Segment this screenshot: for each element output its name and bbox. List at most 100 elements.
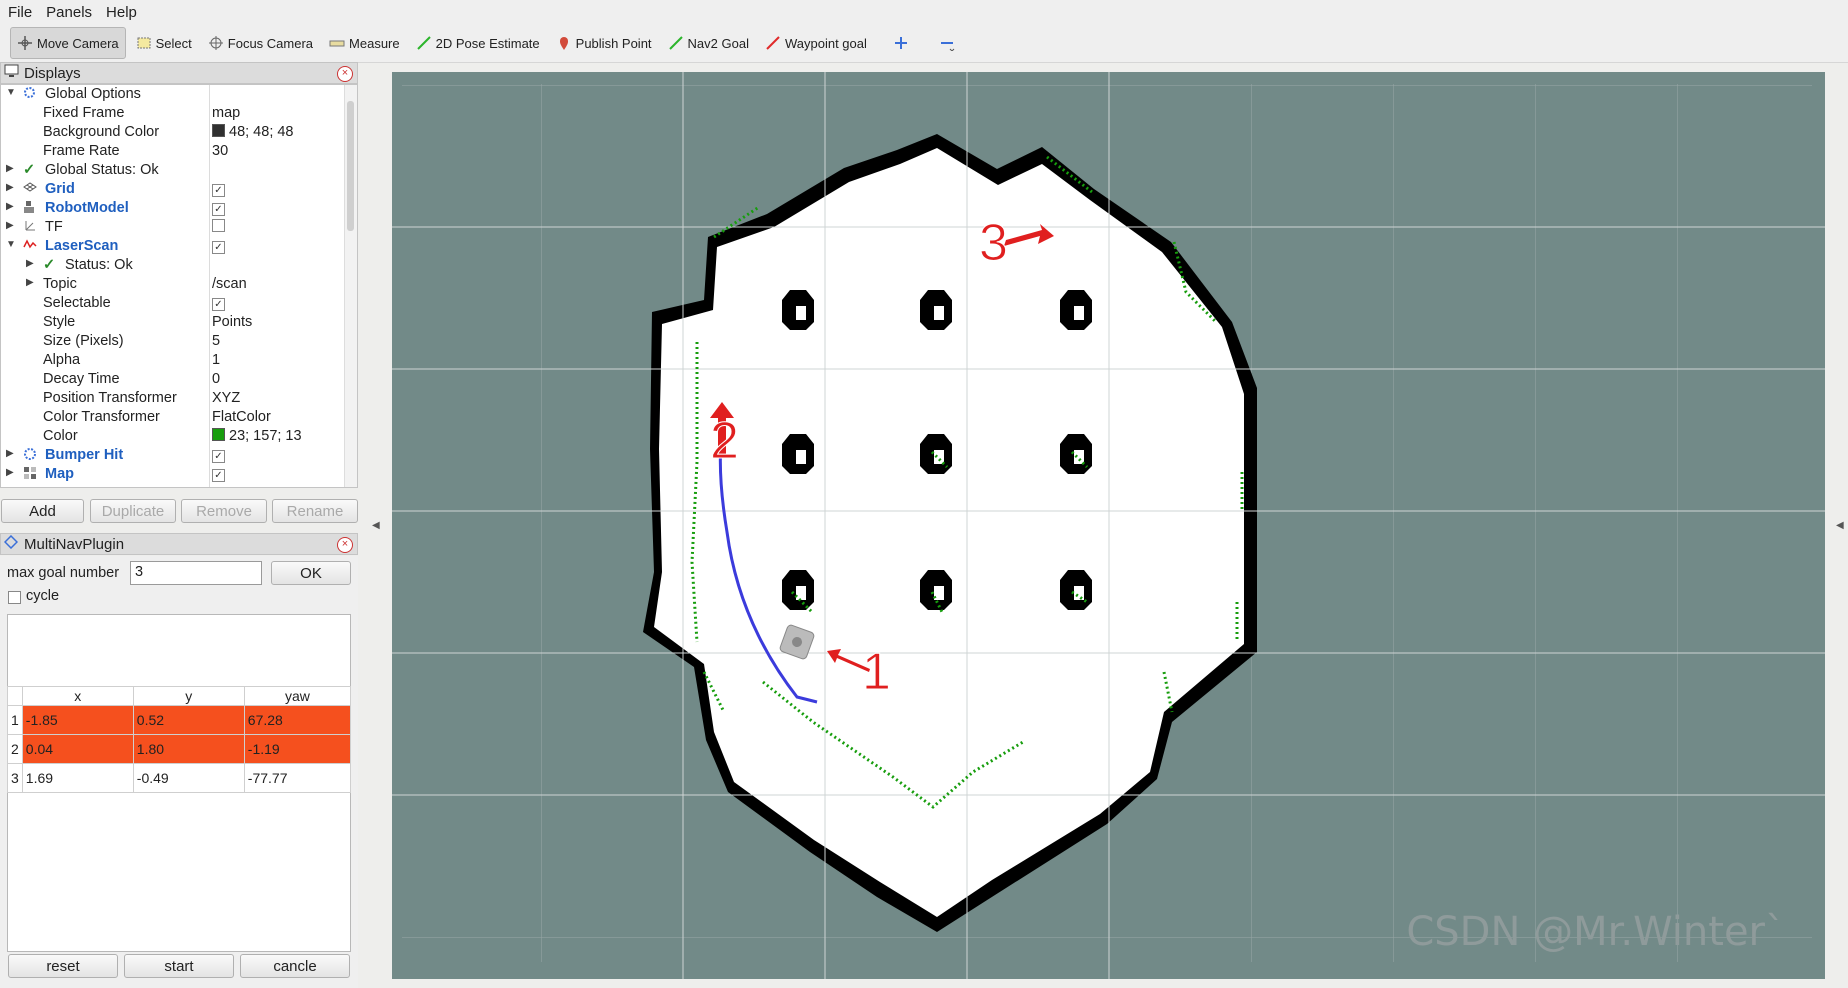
remove-tool-button[interactable]	[933, 28, 965, 58]
reset-button[interactable]: reset	[8, 954, 118, 978]
tree-row-color-transformer[interactable]: Color Transformer FlatColor	[1, 408, 347, 427]
remove-button[interactable]: Remove	[181, 499, 267, 523]
tree-row-topic[interactable]: ▶ Topic /scan	[1, 275, 347, 294]
tree-row-bumper-hit[interactable]: ▶ Bumper Hit ✓	[1, 446, 347, 465]
focus-camera-button[interactable]: Focus Camera	[202, 28, 319, 58]
nav2-goal-button[interactable]: Nav2 Goal	[662, 28, 755, 58]
ok-button[interactable]: OK	[271, 561, 351, 585]
scrollbar-thumb[interactable]	[347, 101, 354, 231]
expand-arrow-icon[interactable]: ▼	[6, 87, 16, 98]
tree-scrollbar[interactable]	[344, 85, 357, 487]
goal-yaw-cell[interactable]: 67.28	[243, 705, 352, 735]
select-button[interactable]: Select	[130, 28, 198, 58]
tree-row-selectable[interactable]: Selectable ✓	[1, 294, 347, 313]
map-checkbox[interactable]: ✓	[212, 469, 225, 482]
cancle-button[interactable]: cancle	[240, 954, 350, 978]
frame-rate-value[interactable]: 30	[212, 143, 228, 159]
menu-panels[interactable]: Panels	[46, 4, 92, 21]
column-header-yaw[interactable]: yaw	[243, 686, 352, 706]
goal-y-cell[interactable]: 1.80	[132, 734, 245, 764]
tree-row-color[interactable]: Color 23; 157; 13	[1, 427, 347, 446]
duplicate-button[interactable]: Duplicate	[90, 499, 176, 523]
expand-arrow-icon[interactable]: ▶	[26, 258, 34, 269]
goal-y-cell[interactable]: -0.49	[132, 763, 245, 793]
bumper-hit-checkbox[interactable]: ✓	[212, 450, 225, 463]
goal-y-cell[interactable]: 0.52	[132, 705, 245, 735]
goal-yaw-cell[interactable]: -1.19	[243, 734, 352, 764]
tree-row-background-color[interactable]: Background Color 48; 48; 48	[1, 123, 347, 142]
decay-time-value[interactable]: 0	[212, 371, 220, 387]
tree-row-alpha[interactable]: Alpha 1	[1, 351, 347, 370]
pose-estimate-button[interactable]: 2D Pose Estimate	[410, 28, 546, 58]
left-collapse-arrow-icon[interactable]: ◀	[372, 520, 380, 531]
tree-row-status-ok[interactable]: ▶ ✓ Status: Ok	[1, 256, 347, 275]
color-transformer-value[interactable]: FlatColor	[212, 409, 271, 425]
tree-row-style[interactable]: Style Points	[1, 313, 347, 332]
position-transformer-value[interactable]: XYZ	[212, 390, 240, 406]
tree-row-position-transformer[interactable]: Position Transformer XYZ	[1, 389, 347, 408]
topic-value[interactable]: /scan	[212, 276, 247, 292]
table-row[interactable]: 3 1.69 -0.49 -77.77	[7, 763, 352, 793]
tf-checkbox[interactable]	[212, 219, 225, 232]
column-header-y[interactable]: y	[132, 686, 245, 706]
tree-row-grid[interactable]: ▶ Grid ✓	[1, 180, 347, 199]
tree-row-decay-time[interactable]: Decay Time 0	[1, 370, 347, 389]
menu-file[interactable]: File	[8, 4, 32, 21]
add-tool-button[interactable]	[887, 28, 919, 58]
tree-row-tf[interactable]: ▶ TF	[1, 218, 347, 237]
tree-row-laserscan[interactable]: ▼ LaserScan ✓	[1, 237, 347, 256]
waypoint-goal-button[interactable]: Waypoint goal	[759, 28, 873, 58]
map-canvas[interactable]: 1 2 3	[392, 72, 1825, 979]
multinav-title: MultiNavPlugin	[24, 535, 125, 553]
tree-row-fixed-frame[interactable]: Fixed Frame map	[1, 104, 347, 123]
column-header-x[interactable]: x	[21, 686, 134, 706]
move-camera-button[interactable]: Move Camera	[10, 27, 126, 59]
style-value[interactable]: Points	[212, 314, 252, 330]
close-multinav-icon[interactable]: ×	[337, 537, 353, 553]
goal-x-cell[interactable]: 1.69	[21, 763, 134, 793]
start-button[interactable]: start	[124, 954, 234, 978]
table-row[interactable]: 2 0.04 1.80 -1.19	[7, 734, 352, 764]
tree-label: Style	[43, 314, 76, 330]
render-view[interactable]: 1 2 3 CSDN @Mr.Winter`	[392, 72, 1825, 979]
grid-checkbox[interactable]: ✓	[212, 184, 225, 197]
background-color-value[interactable]: 48; 48; 48	[212, 124, 294, 140]
cycle-checkbox[interactable]	[8, 591, 21, 604]
tree-row-global-status[interactable]: ▶ ✓ Global Status: Ok	[1, 161, 347, 180]
add-button[interactable]: Add	[1, 499, 84, 523]
toolbar: Move Camera Select Focus Camera Measure …	[0, 24, 1848, 63]
selectable-checkbox[interactable]: ✓	[212, 298, 225, 311]
rename-button[interactable]: Rename	[272, 499, 358, 523]
goal-x-cell[interactable]: -1.85	[21, 705, 134, 735]
measure-button[interactable]: Measure	[323, 28, 406, 58]
expand-arrow-icon[interactable]: ▶	[6, 201, 14, 212]
size-value[interactable]: 5	[212, 333, 220, 349]
tree-row-global-options[interactable]: ▼ Global Options	[1, 85, 347, 104]
tree-row-size[interactable]: Size (Pixels) 5	[1, 332, 347, 351]
laserscan-checkbox[interactable]: ✓	[212, 241, 225, 254]
publish-point-button[interactable]: Publish Point	[550, 28, 658, 58]
displays-title: Displays	[24, 64, 81, 82]
menu-help[interactable]: Help	[106, 4, 137, 21]
robotmodel-checkbox[interactable]: ✓	[212, 203, 225, 216]
expand-arrow-icon[interactable]: ▶	[6, 163, 14, 174]
tree-row-frame-rate[interactable]: Frame Rate 30	[1, 142, 347, 161]
expand-arrow-icon[interactable]: ▶	[6, 182, 14, 193]
expand-arrow-icon[interactable]: ▶	[6, 220, 14, 231]
expand-arrow-icon[interactable]: ▼	[6, 239, 16, 250]
goal-x-cell[interactable]: 0.04	[21, 734, 134, 764]
close-displays-icon[interactable]: ×	[337, 66, 353, 82]
goal-yaw-cell[interactable]: -77.77	[243, 763, 352, 793]
expand-arrow-icon[interactable]: ▶	[6, 467, 14, 478]
max-goal-input[interactable]: 3	[130, 561, 262, 585]
tree-row-map[interactable]: ▶ Map ✓	[1, 465, 347, 484]
tree-row-robotmodel[interactable]: ▶ RobotModel ✓	[1, 199, 347, 218]
table-row[interactable]: 1 -1.85 0.52 67.28	[7, 705, 352, 735]
expand-arrow-icon[interactable]: ▶	[26, 277, 34, 288]
color-value[interactable]: 23; 157; 13	[212, 428, 302, 444]
marker-label-3: 3	[979, 214, 1008, 272]
alpha-value[interactable]: 1	[212, 352, 220, 368]
right-collapse-arrow-icon[interactable]: ◀	[1836, 520, 1844, 531]
expand-arrow-icon[interactable]: ▶	[6, 448, 14, 459]
fixed-frame-value[interactable]: map	[212, 105, 240, 121]
